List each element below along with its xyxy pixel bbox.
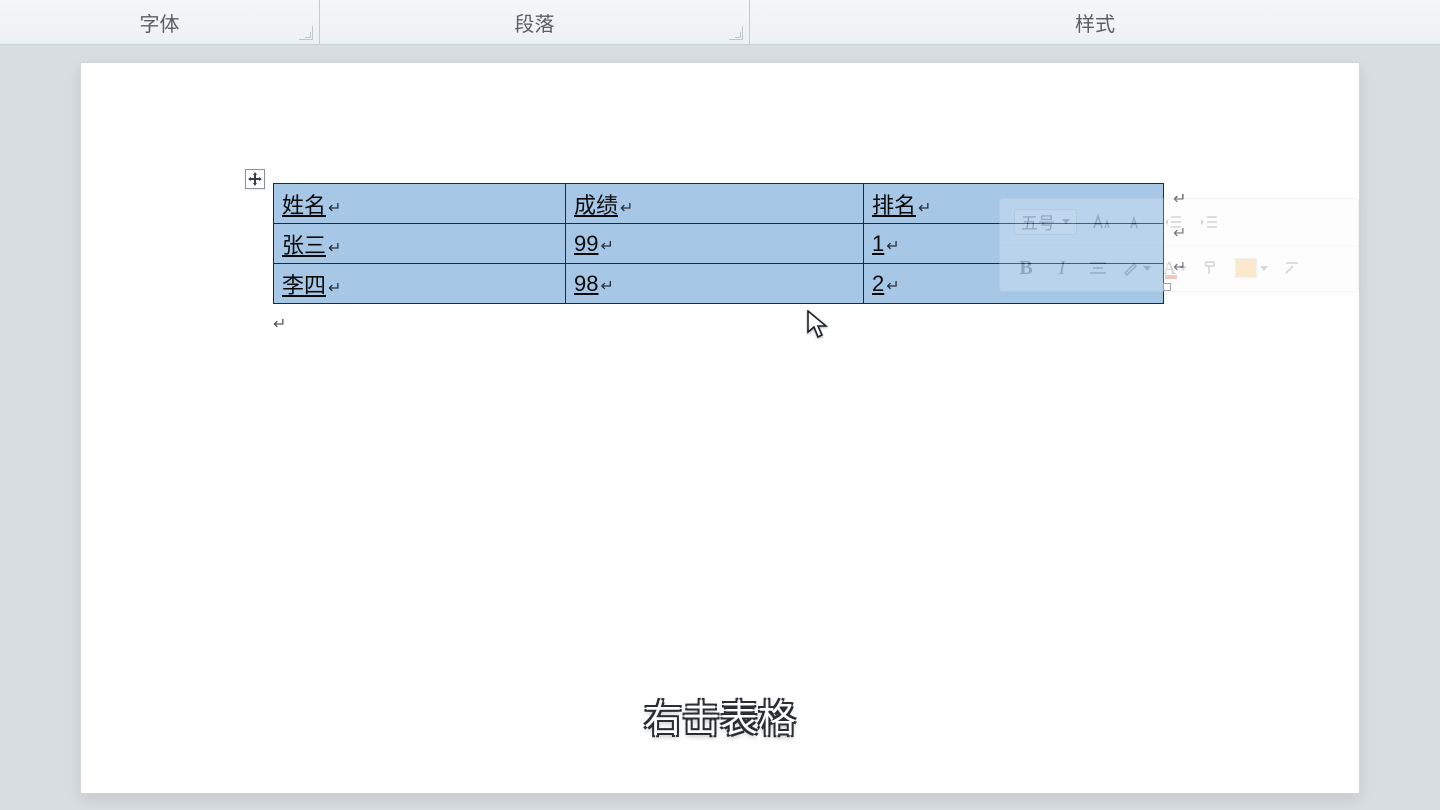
grow-font-icon[interactable] [1089,209,1113,235]
dialog-launcher-icon[interactable] [729,26,743,40]
pilcrow-icon: ↵ [328,278,341,298]
subtitle-caption: 右击表格 [81,688,1359,743]
ribbon-group-font: 字体 [0,0,320,44]
table-cell[interactable]: 98↵ [566,264,864,304]
ribbon-group-paragraph: 段落 [320,0,750,44]
ribbon-group-label: 样式 [1075,8,1115,37]
caret-down-icon [1143,266,1151,271]
caret-down-icon [1260,266,1268,271]
ribbon: 字体 段落 样式 [0,0,1440,45]
increase-indent-icon[interactable] [1197,209,1221,235]
cell-text: 99 [574,231,598,256]
pilcrow-icon: ↵ [620,198,633,218]
shading-swatch[interactable] [1235,255,1268,281]
pilcrow-icon: ↵ [886,276,899,296]
ribbon-group-styles: 样式 [750,0,1440,44]
cell-text: 成绩 [574,193,618,218]
document-viewport: 姓名↵ 成绩↵ 排名↵ 张三↵ 99↵ 1↵ 李四↵ 98↵ 2↵ ↵ ↵ ↵ [0,45,1440,810]
font-color-bar [1165,275,1177,279]
mini-toolbar-row: B I A [1000,245,1358,292]
caret-down-icon [1062,219,1070,224]
clear-formatting-icon[interactable] [1280,255,1304,281]
table-header-cell[interactable]: 姓名↵ [274,184,566,224]
shrink-font-icon[interactable] [1125,209,1149,235]
pilcrow-icon: ↵ [328,198,341,218]
font-color-button[interactable]: A [1163,255,1187,281]
font-size-combo[interactable]: 五号 [1014,209,1077,235]
pilcrow-icon: ↵ [918,198,931,218]
table-cell[interactable]: 张三↵ [274,224,566,264]
ribbon-group-label: 段落 [515,8,555,37]
pilcrow-icon: ↵ [328,238,341,258]
table-move-handle-icon[interactable] [245,169,265,189]
table-header-cell[interactable]: 成绩↵ [566,184,864,224]
font-size-value: 五号 [1021,209,1055,234]
table-cell[interactable]: 李四↵ [274,264,566,304]
document-page[interactable]: 姓名↵ 成绩↵ 排名↵ 张三↵ 99↵ 1↵ 李四↵ 98↵ 2↵ ↵ ↵ ↵ [81,63,1359,793]
cell-text: 98 [574,271,598,296]
align-center-icon[interactable] [1086,255,1110,281]
color-swatch [1235,258,1257,278]
decrease-indent-icon[interactable] [1161,209,1185,235]
mini-toolbar-row: 五号 [1000,199,1358,245]
pilcrow-icon: ↵ [886,236,899,256]
ribbon-group-label: 字体 [140,8,180,37]
highlight-icon[interactable] [1122,255,1151,281]
caret-down-icon [1179,266,1187,271]
mini-toolbar[interactable]: 五号 B I [999,198,1359,292]
format-painter-icon[interactable] [1199,255,1223,281]
cell-text: 1 [872,231,884,256]
dialog-launcher-icon[interactable] [299,26,313,40]
pilcrow-icon: ↵ [273,316,286,333]
cell-text: 李四 [282,273,326,298]
italic-button[interactable]: I [1050,255,1074,281]
cell-text: 张三 [282,233,326,258]
table-cell[interactable]: 99↵ [566,224,864,264]
pilcrow-icon: ↵ [600,236,613,256]
cell-text: 姓名 [282,193,326,218]
cell-text: 排名 [872,193,916,218]
cell-text: 2 [872,271,884,296]
pilcrow-icon: ↵ [600,276,613,296]
paragraph-mark: ↵ [273,314,1167,334]
bold-button[interactable]: B [1014,255,1038,281]
